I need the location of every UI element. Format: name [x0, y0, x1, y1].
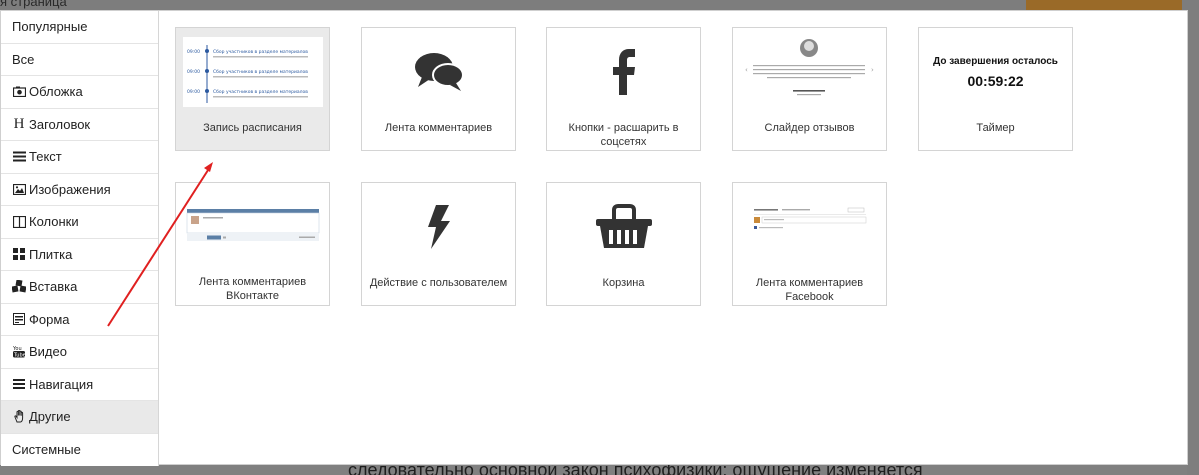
- text-lines-icon: [12, 150, 26, 164]
- block-card-label: Таймер: [976, 122, 1015, 134]
- sidebar-item-form[interactable]: Форма: [1, 304, 158, 336]
- svg-text:09:00: 09:00: [187, 49, 200, 55]
- sidebar-item-embed[interactable]: Вставка: [1, 271, 158, 304]
- sidebar-item-label: Все: [12, 51, 35, 67]
- bolt-icon: [427, 205, 450, 249]
- svg-text:09:00: 09:00: [187, 89, 200, 95]
- sidebar-item-label: Колонки: [29, 214, 79, 230]
- background-orange-button: [1026, 0, 1182, 10]
- tiles-icon: [12, 247, 26, 261]
- block-card-schedule[interactable]: 09:00 Сбор участников в разделе материал…: [175, 27, 330, 151]
- sidebar-item-label: Форма: [29, 311, 70, 327]
- sidebar-item-heading[interactable]: H Заголовок: [1, 109, 158, 141]
- block-card-share[interactable]: Кнопки - расшарить в соцсетях: [546, 27, 701, 151]
- block-card-reviews[interactable]: ‹ › Слайдер отзывов: [732, 27, 887, 151]
- svg-text:Сбор участников в разделе мате: Сбор участников в разделе материалов: [213, 89, 308, 95]
- block-card-label: Запись расписания: [203, 122, 302, 134]
- hand-icon: [12, 410, 26, 424]
- background-topbar: [0, 0, 1199, 10]
- sidebar-item-text[interactable]: Текст: [1, 141, 158, 174]
- cubes-icon: [12, 280, 26, 294]
- svg-text:Сбор участников в разделе мате: Сбор участников в разделе материалов: [213, 69, 308, 75]
- sidebar-item-label: Системные: [12, 442, 81, 458]
- svg-text:09:00: 09:00: [187, 69, 200, 75]
- block-card-vk-comments[interactable]: Лента комментариев ВКонтакте: [175, 182, 330, 306]
- menu-icon: [12, 377, 26, 391]
- fb-comments-preview: [733, 183, 886, 271]
- sidebar-item-label: Видео: [29, 344, 67, 360]
- sidebar-item-tiles[interactable]: Плитка: [1, 239, 158, 271]
- image-icon: [12, 182, 26, 196]
- block-card-thumb: [362, 183, 515, 271]
- sidebar-item-label: Вставка: [29, 279, 78, 295]
- sidebar-item-video[interactable]: You Tube Видео: [1, 336, 158, 369]
- facebook-icon: [612, 49, 635, 95]
- block-card-label: Кнопки - расшарить в соцсетях: [568, 122, 679, 148]
- sidebar-item-label: Обложка: [29, 84, 83, 100]
- camera-icon: [12, 85, 26, 99]
- columns-icon: [12, 215, 26, 229]
- vk-comments-preview: [176, 183, 329, 271]
- sidebar-item-navigation[interactable]: Навигация: [1, 369, 158, 401]
- sidebar-item-images[interactable]: Изображения: [1, 174, 158, 206]
- block-card-fb-comments[interactable]: Лента комментариев Facebook: [732, 182, 887, 306]
- block-library-modal: Популярные Все Обложка H Заголовок Текст…: [0, 10, 1188, 466]
- sidebar-item-columns[interactable]: Колонки: [1, 206, 158, 239]
- block-card-comments[interactable]: Лента комментариев: [361, 27, 516, 151]
- block-card-timer[interactable]: До завершения осталось 00:59:22 Таймер: [918, 27, 1073, 151]
- sidebar-item-label: Заголовок: [29, 116, 91, 132]
- block-card-label: Лента комментариев Facebook: [755, 277, 864, 303]
- timer-value: 00:59:22: [967, 72, 1024, 89]
- form-icon: [12, 312, 26, 326]
- sidebar-item-label: Текст: [29, 149, 62, 165]
- block-card-basket[interactable]: Корзина: [546, 182, 701, 306]
- sidebar-item-label: Изображения: [29, 181, 111, 197]
- block-card-label: Слайдер отзывов: [764, 122, 855, 134]
- timer-preview: До завершения осталось 00:59:22: [919, 28, 1072, 116]
- sidebar-item-system[interactable]: Системные: [1, 434, 158, 467]
- youtube-icon: You Tube: [12, 345, 26, 359]
- svg-text:Tube: Tube: [13, 353, 25, 359]
- comments-icon: [414, 53, 464, 91]
- block-card-label: Лента комментариев: [384, 122, 493, 134]
- block-card-thumb: [547, 183, 700, 271]
- reviews-preview: ‹ ›: [733, 28, 886, 116]
- background-title: я страница: [0, 0, 67, 9]
- svg-text:›: ›: [871, 66, 874, 74]
- background-right-edge: [1187, 10, 1199, 475]
- block-card-label: Корзина: [602, 277, 645, 289]
- block-card-thumb: [362, 28, 515, 116]
- block-card-label: Действие с пользователем: [369, 277, 508, 289]
- basket-icon: [595, 204, 652, 248]
- sidebar-item-label: Навигация: [29, 376, 94, 392]
- sidebar-item-all[interactable]: Все: [1, 44, 158, 76]
- schedule-preview: 09:00 Сбор участников в разделе материал…: [176, 28, 329, 116]
- category-sidebar: Популярные Все Обложка H Заголовок Текст…: [1, 11, 159, 466]
- sidebar-item-label: Плитка: [29, 246, 73, 262]
- sidebar-item-label: Популярные: [12, 19, 88, 35]
- sidebar-item-cover[interactable]: Обложка: [1, 76, 158, 109]
- sidebar-item-other[interactable]: Другие: [1, 401, 158, 434]
- sidebar-item-label: Другие: [29, 409, 71, 425]
- timer-title: До завершения осталось: [933, 55, 1058, 67]
- block-card-thumb: [547, 28, 700, 116]
- svg-text:Сбор участников в разделе мате: Сбор участников в разделе материалов: [213, 49, 308, 55]
- block-card-user-action[interactable]: Действие с пользователем: [361, 182, 516, 306]
- svg-text:‹: ‹: [745, 66, 748, 74]
- sidebar-item-popular[interactable]: Популярные: [1, 11, 158, 44]
- heading-icon: H: [13, 115, 25, 132]
- block-card-label: Лента комментариев ВКонтакте: [198, 276, 307, 302]
